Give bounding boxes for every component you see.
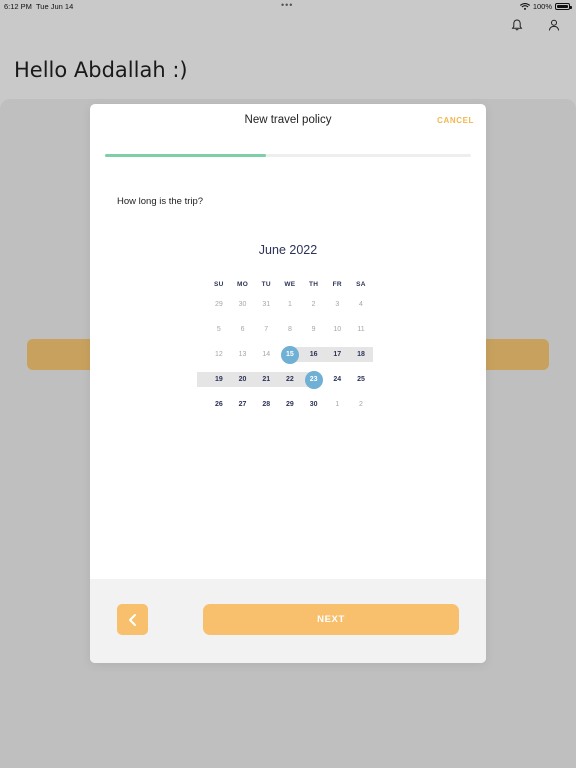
calendar-weekday-header: SU MO TU WE TH FR SA [207,276,373,292]
next-button[interactable]: NEXT [203,604,459,635]
status-time: 6:12 PM [4,2,32,11]
calendar-day: 1 [287,301,292,308]
modal-footer: NEXT [90,579,486,663]
background-bar-right [478,339,549,370]
travel-policy-modal: New travel policy CANCEL How long is the… [90,104,486,663]
calendar-day: 2 [359,401,363,408]
calendar-day: 3 [335,301,340,308]
calendar-day[interactable]: 16 [302,342,326,367]
calendar-day: 31 [262,301,271,308]
weekday-label: FR [332,280,342,288]
weekday-label: TH [308,280,319,288]
status-date: Tue Jun 14 [36,2,74,11]
user-icon[interactable] [547,18,561,32]
calendar-day: 12 [214,351,223,358]
progress-bar [105,154,471,157]
calendar-week-row: 26 27 28 29 30 1 2 [207,392,373,417]
weekday-label: SU [214,280,224,288]
calendar-day[interactable]: 30 [302,392,326,417]
calendar-day[interactable]: 25 [349,367,373,392]
calendar-day: 4 [359,301,363,308]
weekday-label: SA [356,280,366,288]
calendar-day: 5 [216,326,221,333]
status-indicators: 100% [519,2,572,11]
greeting-heading: Hello Abdallah :) [14,58,188,82]
chevron-left-icon [128,613,136,626]
calendar-day[interactable]: 17 [325,342,349,367]
calendar-day[interactable]: 27 [231,392,255,417]
calendar-day: 7 [264,326,269,333]
battery-percent: 100% [532,2,552,11]
calendar-day[interactable]: 24 [325,367,349,392]
bell-icon[interactable] [510,18,524,32]
calendar-day: 2 [311,301,316,308]
calendar-day-selected[interactable]: 15 [278,342,302,367]
status-bar: 6:12 PM Tue Jun 14 ••• 100% [0,0,576,12]
calendar-day: 8 [287,326,292,333]
calendar-month-label: June 2022 [258,243,318,257]
wifi-icon [519,3,530,10]
calendar-day[interactable]: 28 [254,392,278,417]
calendar-day[interactable]: 19 [207,367,231,392]
calendar-week-row: 12 13 14 15 16 17 18 [207,342,373,367]
calendar-day[interactable]: 20 [231,367,255,392]
calendar-week-row: 19 20 21 22 23 24 25 [197,367,373,392]
calendar-day: 10 [333,326,342,333]
calendar-day: 11 [357,326,365,333]
multitasking-dots[interactable]: ••• [281,0,293,10]
calendar-day: 1 [335,401,340,408]
calendar-day: 13 [238,351,247,358]
background-bar-left [27,339,97,370]
question-label: How long is the trip? [117,196,204,207]
calendar-day: 29 [214,301,223,308]
calendar-day[interactable]: 21 [254,367,278,392]
weekday-label: WE [284,280,296,288]
calendar-day[interactable]: 18 [349,342,373,367]
calendar-week-row: 5 6 7 8 9 10 11 [207,317,373,342]
calendar-day[interactable]: 26 [207,392,231,417]
cancel-button[interactable]: CANCEL [437,116,474,125]
calendar-day[interactable]: 22 [278,367,302,392]
calendar-day: 14 [262,351,271,358]
calendar-day: 9 [311,326,316,333]
battery-icon [555,3,572,10]
weekday-label: MO [236,280,249,288]
calendar-grid: SU MO TU WE TH FR SA 29 30 31 1 2 3 4 5 6 7 8 9 10 11 12 13 14… [197,276,373,417]
calendar-day: 30 [238,301,247,308]
calendar-week-row: 29 30 31 1 2 3 4 [207,292,373,317]
calendar-day-selected[interactable]: 23 [302,367,326,392]
calendar-day[interactable]: 29 [278,392,302,417]
progress-fill [105,154,267,157]
back-button[interactable] [117,604,148,635]
weekday-label: TU [261,280,271,288]
modal-title: New travel policy [244,114,332,126]
calendar-day: 6 [240,326,245,333]
